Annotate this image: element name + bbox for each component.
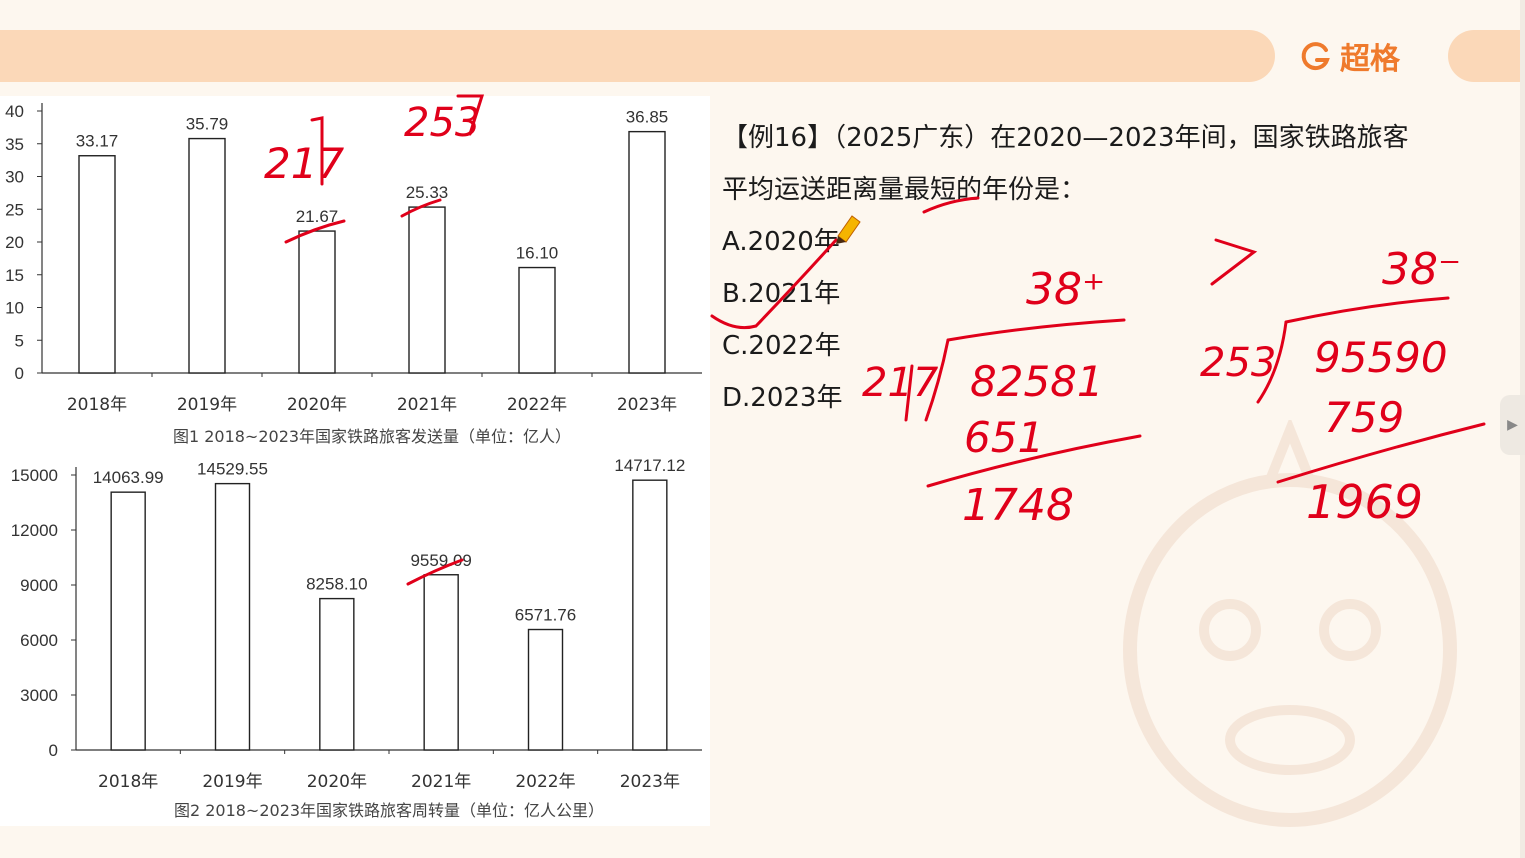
mascot-watermark-icon — [1123, 420, 1457, 827]
y-tick-label: 10 — [5, 299, 24, 318]
bar — [188, 137, 226, 374]
y-tick-label: 0 — [49, 741, 58, 760]
bar — [628, 130, 666, 374]
bar — [319, 597, 355, 751]
bar — [518, 266, 556, 374]
header-bar-right — [1448, 30, 1525, 82]
category-label: 2023年 — [617, 395, 677, 415]
y-tick-label: 25 — [5, 200, 24, 219]
bar — [78, 155, 116, 374]
remainder-left: 1748 — [962, 480, 1074, 531]
category-label: 2021年 — [411, 772, 471, 792]
bar — [527, 628, 564, 751]
bar — [110, 491, 146, 751]
bar-value-label: 25.33 — [406, 183, 449, 202]
category-label: 2022年 — [507, 395, 567, 415]
bar-value-label: 14717.12 — [614, 456, 685, 475]
option-d[interactable]: D.2023年 — [722, 372, 1512, 424]
chart-title: 图2 2018~2023年国家铁路旅客周转量（单位：亿人公里） — [174, 801, 604, 820]
bar-value-label: 21.67 — [296, 207, 339, 226]
y-tick-label: 9000 — [20, 576, 58, 595]
y-tick-label: 3000 — [20, 686, 58, 705]
brand-logo: 超格 — [1300, 34, 1400, 78]
bar-value-label: 6571.76 — [515, 606, 576, 625]
sub-line-left — [926, 434, 1142, 488]
bar — [298, 230, 336, 374]
category-label: 2020年 — [307, 772, 367, 792]
bar-value-label: 8258.10 — [306, 575, 367, 594]
bar-value-label: 9559.09 — [410, 551, 471, 570]
category-label: 2019年 — [177, 395, 237, 415]
charts-svg: 0 5 10 15 20 25 30 35 40 33.17 2018年 35.79 2019年 21.6… — [5, 102, 702, 820]
y-tick-label: 0 — [15, 364, 24, 383]
option-a[interactable]: A.2020年 — [722, 216, 1512, 268]
bar — [408, 206, 446, 374]
category-label: 2022年 — [515, 772, 575, 792]
category-label: 2023年 — [620, 772, 680, 792]
option-c[interactable]: C.2022年 — [722, 320, 1512, 372]
y-tick-label: 6000 — [20, 631, 58, 650]
y-tick-label: 15 — [5, 266, 24, 285]
category-label: 2019年 — [202, 772, 262, 792]
brand-name: 超格 — [1340, 42, 1400, 77]
y-tick-label: 20 — [5, 233, 24, 252]
y-tick-label: 30 — [5, 168, 24, 187]
question-line-2: 平均运送距离量最短的年份是： — [722, 175, 1087, 205]
brand-g-icon — [1301, 42, 1330, 71]
category-label: 2020年 — [287, 395, 347, 415]
option-b[interactable]: B.2021年 — [722, 268, 1512, 320]
bar-value-label: 14063.99 — [93, 468, 164, 487]
category-label: 2021年 — [397, 395, 457, 415]
bar — [214, 482, 251, 751]
y-tick-label: 15000 — [11, 466, 58, 485]
bar-value-label: 16.10 — [516, 244, 559, 263]
bar — [423, 574, 459, 751]
category-label: 2018年 — [98, 772, 158, 792]
question-block: 【例16】（2025广东）在2020—2023年间，国家铁路旅客 平均运送距离量… — [722, 112, 1512, 424]
bar-value-label: 14529.55 — [197, 460, 268, 479]
y-tick-label: 35 — [5, 135, 24, 154]
bar-value-label: 35.79 — [186, 115, 229, 134]
bar-value-label: 33.17 — [76, 132, 119, 151]
chart-title: 图1 2018~2023年国家铁路旅客发送量（单位：亿人） — [173, 427, 571, 446]
bar — [632, 479, 668, 751]
bar-value-label: 36.85 — [626, 108, 669, 127]
category-label: 2018年 — [67, 395, 127, 415]
question-line-1: 【例16】（2025广东）在2020—2023年间，国家铁路旅客 — [722, 123, 1409, 153]
y-tick-label: 12000 — [11, 521, 58, 540]
y-tick-label: 40 — [5, 102, 24, 121]
y-tick-label: 5 — [15, 331, 24, 350]
